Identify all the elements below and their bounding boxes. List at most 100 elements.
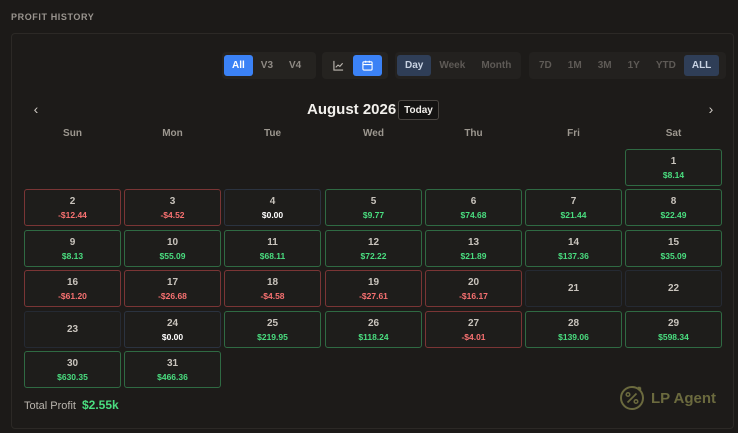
calendar-day-cell[interactable]: 28 $139.06	[525, 311, 622, 348]
calendar-day-profit: $118.24	[358, 331, 389, 342]
calendar-day-number: 23	[66, 324, 79, 335]
calendar-day-number: 12	[367, 236, 380, 248]
calendar-day-profit: -$16.17	[459, 290, 488, 301]
calendar-day-cell[interactable]: 14 $137.36	[525, 230, 622, 267]
calendar-day-profit: $139.06	[558, 331, 589, 342]
calendar-day-cell[interactable]: 19 -$27.61	[325, 270, 422, 307]
range-1y-button[interactable]: 1Y	[620, 55, 648, 76]
calendar-day-number: 1	[670, 155, 677, 167]
calendar-day-cell[interactable]: 12 $72.22	[325, 230, 422, 267]
calendar-day-profit: $21.44	[560, 209, 587, 220]
range-ytd-button[interactable]: YTD	[648, 55, 684, 76]
previous-month-button[interactable]: ‹	[28, 101, 44, 117]
calendar-day-profit: -$12.44	[58, 209, 87, 220]
calendar-day-number: 25	[266, 317, 279, 329]
calendar-day-cell[interactable]: 30 $630.35	[24, 351, 121, 388]
calendar-day-cell[interactable]: 17 -$26.68	[124, 270, 221, 307]
calendar-day-cell[interactable]: 6 $74.68	[425, 189, 522, 226]
weekday-sun: Sun	[63, 128, 82, 139]
weekday-tue: Tue	[263, 128, 282, 139]
calendar-day-profit: $466.36	[157, 371, 188, 382]
weekday-wed: Wed	[363, 128, 384, 139]
range-1m-button[interactable]: 1M	[560, 55, 590, 76]
calendar-day-profit: $22.49	[660, 209, 687, 220]
range-all-button[interactable]: ALL	[683, 55, 720, 76]
brand-name: LP Agent	[651, 389, 717, 407]
calendar-day-number: 29	[667, 317, 680, 329]
calendar-day-cell[interactable]: 15 $35.09	[625, 230, 722, 267]
calendar-day-profit: -$61.20	[58, 290, 87, 301]
calendar-day-number: 19	[367, 276, 380, 288]
calendar-day-cell[interactable]: 10 $55.09	[124, 230, 221, 267]
calendar-day-cell[interactable]: 23	[24, 311, 121, 348]
calendar-day-cell[interactable]: 26 $118.24	[325, 311, 422, 348]
calendar-day-profit: $8.14	[662, 169, 685, 180]
calendar-day-profit: $8.13	[61, 250, 84, 261]
calendar-day-number: 26	[367, 317, 380, 329]
calendar-day-cell[interactable]: 27 -$4.01	[425, 311, 522, 348]
granularity-month-button[interactable]: Month	[473, 55, 519, 76]
granularity-week-button[interactable]: Week	[431, 55, 473, 76]
calendar-day-cell[interactable]: 18 -$4.58	[224, 270, 321, 307]
version-v3-button[interactable]: V3	[253, 55, 281, 76]
view-toggle	[322, 52, 388, 79]
chart-view-button[interactable]	[324, 55, 353, 76]
calendar-day-number: 15	[667, 236, 680, 248]
calendar-day-cell[interactable]: 24 $0.00	[124, 311, 221, 348]
calendar-day-cell[interactable]: 1 $8.14	[625, 149, 722, 186]
calendar-day-cell[interactable]: 13 $21.89	[425, 230, 522, 267]
calendar-day-profit: -$4.52	[160, 209, 185, 220]
calendar-day-number: 5	[370, 195, 377, 207]
weekday-sat: Sat	[665, 128, 682, 139]
calendar-day-number: 24	[166, 317, 179, 329]
calendar-day-profit: $9.77	[362, 209, 385, 220]
version-v4-button[interactable]: V4	[281, 55, 309, 76]
calendar-day-number: 31	[166, 357, 179, 369]
today-button[interactable]: Today	[398, 100, 439, 120]
calendar-day-profit: $630.35	[57, 371, 88, 382]
calendar-day-cell[interactable]: 29 $598.34	[625, 311, 722, 348]
calendar-day-cell[interactable]: 7 $21.44	[525, 189, 622, 226]
calendar-day-cell[interactable]: 22	[625, 270, 722, 307]
calendar-day-number: 20	[467, 276, 480, 288]
calendar-day-cell[interactable]: 25 $219.95	[224, 311, 321, 348]
range-3m-button[interactable]: 3M	[590, 55, 620, 76]
calendar-view-button[interactable]	[353, 55, 382, 76]
calendar-day-number: 18	[266, 276, 279, 288]
weekday-thu: Thu	[464, 128, 483, 139]
calendar-day-cell[interactable]: 9 $8.13	[24, 230, 121, 267]
version-all-button[interactable]: All	[224, 55, 253, 76]
calendar-day-cell[interactable]: 5 $9.77	[325, 189, 422, 226]
calendar-day-cell[interactable]: 21	[525, 270, 622, 307]
range-filter: 7D 1M 3M 1Y YTD ALL	[529, 52, 726, 79]
range-7d-button[interactable]: 7D	[531, 55, 560, 76]
next-month-button[interactable]: ›	[703, 101, 719, 117]
calendar-day-number: 9	[69, 236, 76, 248]
calendar-day-cell[interactable]: 16 -$61.20	[24, 270, 121, 307]
calendar-day-profit: -$4.01	[461, 331, 486, 342]
calendar-day-profit: -$4.58	[260, 290, 285, 301]
calendar-day-cell[interactable]: 3 -$4.52	[124, 189, 221, 226]
calendar-day-cell[interactable]: 31 $466.36	[124, 351, 221, 388]
calendar-day-cell[interactable]: 20 -$16.17	[425, 270, 522, 307]
granularity-day-button[interactable]: Day	[397, 55, 432, 76]
calendar-day-number: 30	[66, 357, 79, 369]
section-title: PROFIT HISTORY	[11, 12, 95, 22]
calendar-day-profit: $74.68	[460, 209, 487, 220]
percent-circle-icon	[620, 386, 644, 410]
calendar-day-number: 11	[267, 236, 278, 248]
calendar-day-cell[interactable]: 4 $0.00	[224, 189, 321, 226]
calendar-day-cell[interactable]: 11 $68.11	[224, 230, 321, 267]
calendar-day-number: 2	[69, 195, 76, 207]
calendar-day-number: 27	[467, 317, 480, 329]
calendar-day-number: 10	[166, 236, 179, 248]
total-profit-label: Total Profit	[24, 400, 76, 412]
calendar-day-number: 21	[567, 283, 580, 294]
calendar-day-number: 4	[269, 195, 276, 207]
calendar-day-number: 17	[166, 276, 179, 288]
calendar-day-cell[interactable]: 8 $22.49	[625, 189, 722, 226]
month-title: August 2026	[307, 101, 397, 118]
chevron-left-icon: ‹	[33, 101, 39, 117]
calendar-day-profit: $55.09	[159, 250, 186, 261]
calendar-day-cell[interactable]: 2 -$12.44	[24, 189, 121, 226]
